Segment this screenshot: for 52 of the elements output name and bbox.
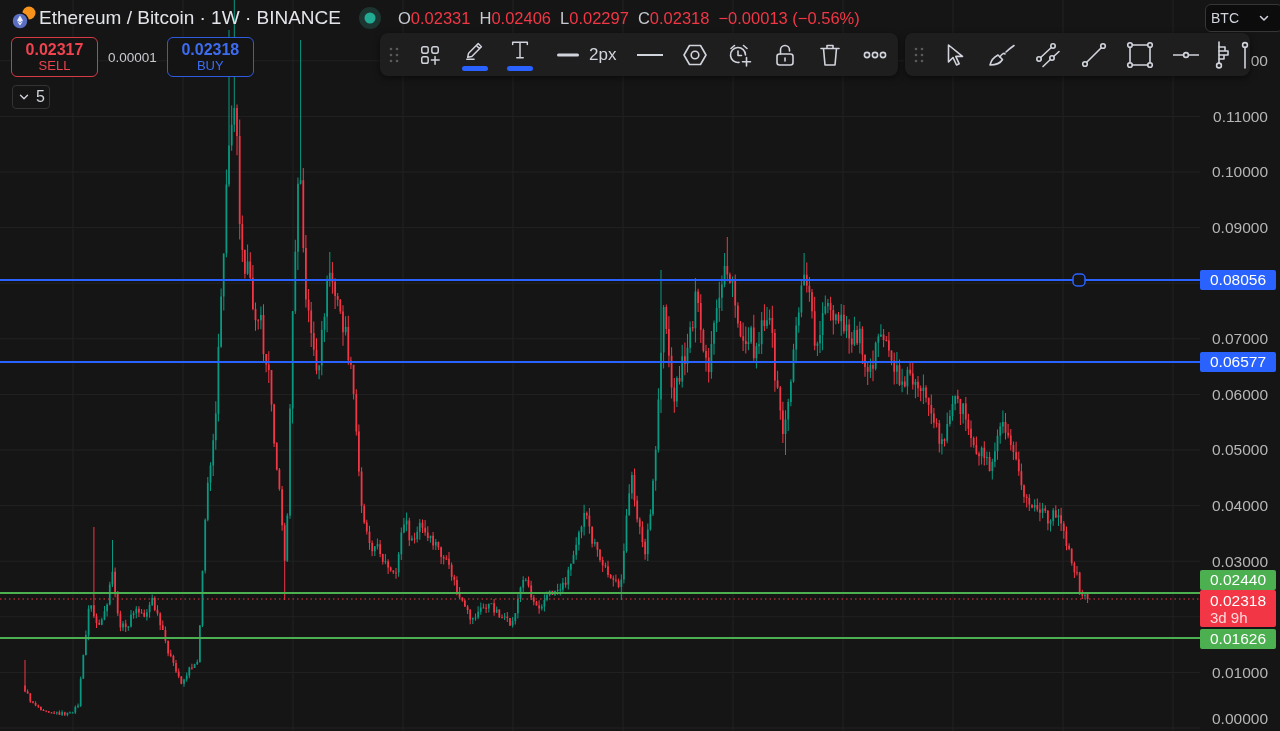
price-tick-label: 0.04000 xyxy=(1211,496,1268,516)
change-value: −0.00013 (−0.56%) xyxy=(718,8,860,28)
line-style-icon[interactable] xyxy=(637,53,663,56)
text-icon[interactable] xyxy=(509,38,531,61)
line-handle[interactable] xyxy=(1072,273,1086,287)
current-price-text: 0.02318 xyxy=(1210,592,1268,609)
parallel-lines-icon[interactable] xyxy=(1035,41,1061,68)
grip-icon[interactable] xyxy=(389,45,399,64)
price-tick-label: 0.05000 xyxy=(1211,440,1268,460)
rectangle-icon[interactable] xyxy=(1126,40,1154,69)
price-tick-label: 0.07000 xyxy=(1211,329,1268,349)
price-tick-label: 0.11000 xyxy=(1213,107,1268,127)
price-tick-label: 0.01000 xyxy=(1211,663,1268,683)
hexagon-icon[interactable] xyxy=(682,42,708,67)
buy-button[interactable]: 0.02318 BUY xyxy=(166,37,254,77)
line-width-button[interactable]: 2px xyxy=(547,36,623,73)
price-tick-label: 00 xyxy=(1250,51,1268,71)
ohlc-value: C0.02318 xyxy=(637,8,710,28)
cursor-icon[interactable] xyxy=(946,42,966,67)
line-price-label: 0.08056 xyxy=(1200,270,1276,290)
sell-button[interactable]: 0.02317 SELL xyxy=(11,37,98,77)
spread-value: 0.00001 xyxy=(108,49,157,65)
open-padlock-icon[interactable] xyxy=(774,42,796,67)
coin-pair-icon xyxy=(10,5,38,31)
countdown-text: 3d 9h xyxy=(1210,609,1249,626)
swatch-icon[interactable] xyxy=(507,65,533,71)
grid-plus-icon[interactable] xyxy=(419,43,441,66)
currency-dropdown[interactable]: BTC xyxy=(1205,4,1280,32)
price-tick-label: 0.10000 xyxy=(1211,162,1268,182)
more-icon[interactable] xyxy=(863,50,887,59)
alarm-clock-icon[interactable] xyxy=(728,42,752,67)
swatch-icon[interactable] xyxy=(462,65,488,71)
price-tick-label: 0.00000 xyxy=(1211,709,1268,729)
ohlc-value: H0.02406 xyxy=(479,8,552,28)
horizontal-line-icon[interactable] xyxy=(1173,50,1199,59)
price-tick-label: 0.09000 xyxy=(1211,218,1268,238)
ohlc-value: L0.02297 xyxy=(560,8,629,28)
vertical-line-icon[interactable] xyxy=(1240,40,1250,69)
ohlc-value: O0.02331 xyxy=(397,8,471,28)
brush-icon[interactable] xyxy=(988,42,1016,67)
indicators-toggle[interactable]: 5 xyxy=(12,85,50,109)
grip-icon[interactable] xyxy=(914,45,924,64)
line-price-label: 0.01626 xyxy=(1200,629,1276,649)
price-tick-label: 0.03000 xyxy=(1211,552,1268,572)
line-price-label: 0.06577 xyxy=(1200,352,1276,372)
symbol-title: Ethereum / Bitcoin · 1W · BINANCE xyxy=(39,7,341,29)
line-price-label: 0.02440 xyxy=(1200,570,1276,590)
price-tick-label: 0.06000 xyxy=(1211,385,1268,405)
trash-icon[interactable] xyxy=(819,42,841,67)
status-dot-icon xyxy=(358,7,381,29)
line-segment-icon[interactable] xyxy=(1081,41,1107,68)
line-icon xyxy=(557,52,579,57)
